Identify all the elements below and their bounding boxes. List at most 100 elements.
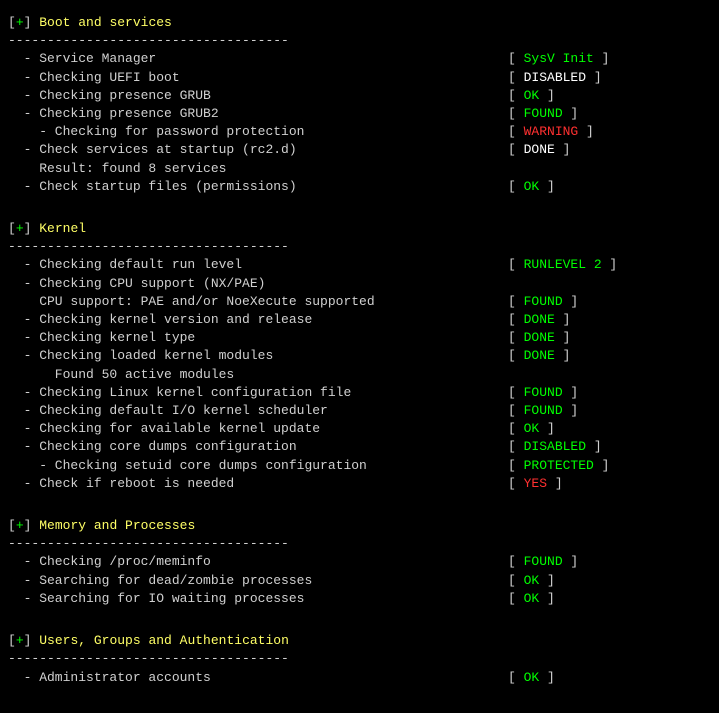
check-status: [ DISABLED ] bbox=[508, 438, 602, 456]
blank-line bbox=[8, 493, 711, 511]
section-divider: ------------------------------------ bbox=[8, 535, 711, 553]
check-status: [ FOUND ] bbox=[508, 105, 578, 123]
check-row: CPU support: PAE and/or NoeXecute suppor… bbox=[8, 293, 711, 311]
check-label: - Checking kernel type bbox=[8, 329, 508, 347]
status-value: DONE bbox=[524, 330, 555, 345]
status-value: OK bbox=[524, 179, 540, 194]
check-label: Result: found 8 services bbox=[8, 160, 508, 178]
check-row: - Checking for password protection [ WAR… bbox=[8, 123, 711, 141]
check-row: Result: found 8 services bbox=[8, 160, 711, 178]
check-row: - Checking kernel type [ DONE ] bbox=[8, 329, 711, 347]
check-label: - Checking CPU support (NX/PAE) bbox=[8, 275, 508, 293]
check-row: - Searching for dead/zombie processes [ … bbox=[8, 572, 711, 590]
check-label: - Checking presence GRUB2 bbox=[8, 105, 508, 123]
check-label: - Checking loaded kernel modules bbox=[8, 347, 508, 365]
section-title: Users, Groups and Authentication bbox=[39, 633, 289, 648]
check-label: - Service Manager bbox=[8, 50, 508, 68]
check-row: - Check services at startup (rc2.d) [ DO… bbox=[8, 141, 711, 159]
bracket-open: [ bbox=[8, 15, 16, 30]
status-value: DISABLED bbox=[524, 439, 586, 454]
check-status: [ OK ] bbox=[508, 590, 555, 608]
plus-icon: + bbox=[16, 221, 24, 236]
check-label: - Checking core dumps configuration bbox=[8, 438, 508, 456]
check-label: - Administrator accounts bbox=[8, 669, 508, 687]
plus-icon: + bbox=[16, 518, 24, 533]
section-divider: ------------------------------------ bbox=[8, 238, 711, 256]
check-row: - Checking presence GRUB2 [ FOUND ] bbox=[8, 105, 711, 123]
section-header: [+] Memory and Processes bbox=[8, 517, 711, 535]
status-value: RUNLEVEL 2 bbox=[524, 257, 602, 272]
status-value: FOUND bbox=[524, 554, 563, 569]
check-row: - Checking loaded kernel modules [ DONE … bbox=[8, 347, 711, 365]
status-value: DONE bbox=[524, 348, 555, 363]
check-label: - Checking for available kernel update bbox=[8, 420, 508, 438]
check-row: - Check if reboot is needed [ YES ] bbox=[8, 475, 711, 493]
check-status: [ DISABLED ] bbox=[508, 69, 602, 87]
status-value: DONE bbox=[524, 312, 555, 327]
check-label: - Checking /proc/meminfo bbox=[8, 553, 508, 571]
check-status: [ OK ] bbox=[508, 178, 555, 196]
check-row: - Service Manager [ SysV Init ] bbox=[8, 50, 711, 68]
check-status: [ OK ] bbox=[508, 572, 555, 590]
check-row: - Administrator accounts [ OK ] bbox=[8, 669, 711, 687]
check-label: - Checking Linux kernel configuration fi… bbox=[8, 384, 508, 402]
status-value: DONE bbox=[524, 142, 555, 157]
check-label: - Checking setuid core dumps configurati… bbox=[8, 457, 508, 475]
check-label: - Searching for dead/zombie processes bbox=[8, 572, 508, 590]
blank-line bbox=[8, 196, 711, 214]
bracket-close: ] bbox=[24, 633, 40, 648]
section-header: [+] Boot and services bbox=[8, 14, 711, 32]
check-label: - Searching for IO waiting processes bbox=[8, 590, 508, 608]
check-status: [ SysV Init ] bbox=[508, 50, 609, 68]
check-status: [ WARNING ] bbox=[508, 123, 594, 141]
status-value: YES bbox=[524, 476, 547, 491]
plus-icon: + bbox=[16, 15, 24, 30]
check-status: [ OK ] bbox=[508, 87, 555, 105]
check-status: [ FOUND ] bbox=[508, 293, 578, 311]
check-row: - Searching for IO waiting processes [ O… bbox=[8, 590, 711, 608]
check-row: Found 50 active modules bbox=[8, 366, 711, 384]
bracket-close: ] bbox=[24, 518, 40, 533]
bracket-close: ] bbox=[24, 221, 40, 236]
check-status: [ DONE ] bbox=[508, 329, 570, 347]
check-label: - Check if reboot is needed bbox=[8, 475, 508, 493]
bracket-open: [ bbox=[8, 221, 16, 236]
check-label: Found 50 active modules bbox=[8, 366, 508, 384]
check-status: [ FOUND ] bbox=[508, 402, 578, 420]
check-row: - Checking default I/O kernel scheduler … bbox=[8, 402, 711, 420]
status-value: WARNING bbox=[524, 124, 579, 139]
check-row: - Checking setuid core dumps configurati… bbox=[8, 457, 711, 475]
check-label: - Check services at startup (rc2.d) bbox=[8, 141, 508, 159]
check-row: - Checking CPU support (NX/PAE) bbox=[8, 275, 711, 293]
terminal-output: [+] Boot and services-------------------… bbox=[8, 14, 711, 705]
check-status: [ DONE ] bbox=[508, 141, 570, 159]
check-row: - Checking /proc/meminfo [ FOUND ] bbox=[8, 553, 711, 571]
bracket-close: ] bbox=[24, 15, 40, 30]
check-status: [ PROTECTED ] bbox=[508, 457, 609, 475]
section-divider: ------------------------------------ bbox=[8, 32, 711, 50]
status-value: PROTECTED bbox=[524, 458, 594, 473]
section-divider: ------------------------------------ bbox=[8, 650, 711, 668]
status-value: OK bbox=[524, 88, 540, 103]
bracket-open: [ bbox=[8, 633, 16, 648]
section-title: Memory and Processes bbox=[39, 518, 195, 533]
section-header: [+] Kernel bbox=[8, 220, 711, 238]
check-status: [ DONE ] bbox=[508, 311, 570, 329]
status-value: SysV Init bbox=[524, 51, 594, 66]
check-row: - Checking kernel version and release [ … bbox=[8, 311, 711, 329]
check-label: CPU support: PAE and/or NoeXecute suppor… bbox=[8, 293, 508, 311]
check-label: - Check startup files (permissions) bbox=[8, 178, 508, 196]
check-row: - Checking for available kernel update [… bbox=[8, 420, 711, 438]
plus-icon: + bbox=[16, 633, 24, 648]
section-title: Kernel bbox=[39, 221, 86, 236]
check-label: - Checking UEFI boot bbox=[8, 69, 508, 87]
check-label: - Checking kernel version and release bbox=[8, 311, 508, 329]
check-status: [ RUNLEVEL 2 ] bbox=[508, 256, 617, 274]
check-label: - Checking default I/O kernel scheduler bbox=[8, 402, 508, 420]
check-status: [ OK ] bbox=[508, 669, 555, 687]
check-status: [ OK ] bbox=[508, 420, 555, 438]
check-label: - Checking for password protection bbox=[8, 123, 508, 141]
status-value: OK bbox=[524, 421, 540, 436]
blank-line bbox=[8, 608, 711, 626]
check-status: [ DONE ] bbox=[508, 347, 570, 365]
